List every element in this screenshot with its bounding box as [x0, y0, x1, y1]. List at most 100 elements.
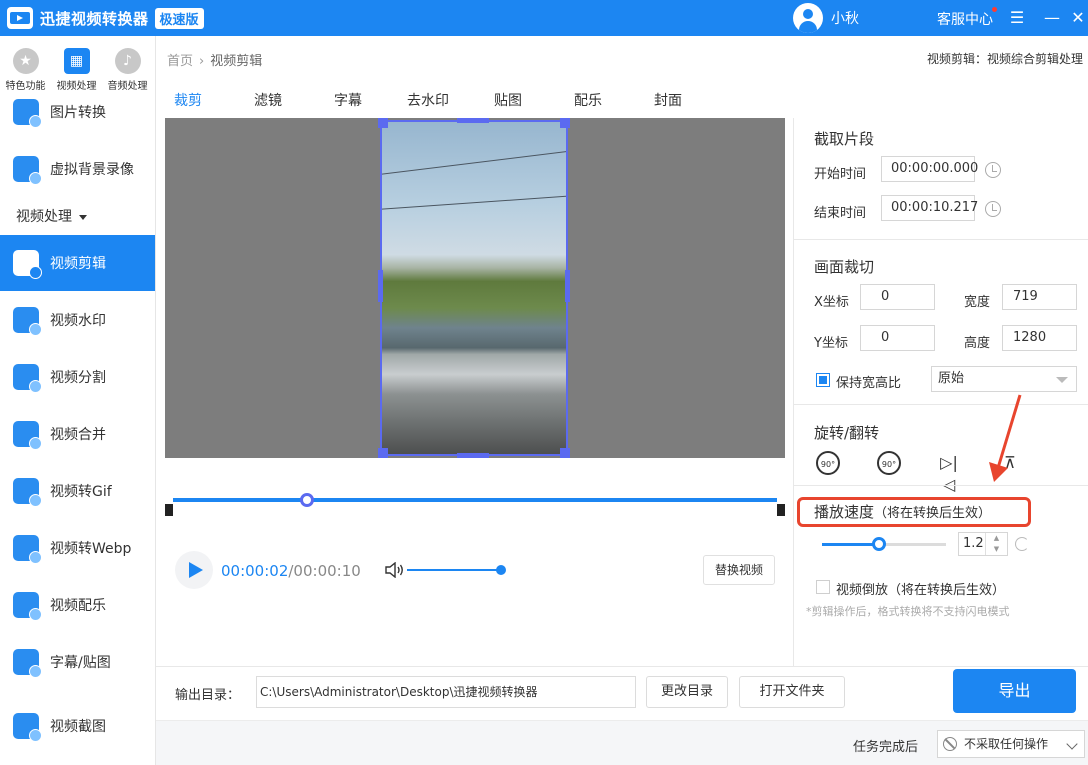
aspect-ratio-select[interactable]: 原始 — [931, 366, 1077, 392]
edit-notice: *剪辑操作后，格式转换将不支持闪电模式 — [806, 605, 1010, 618]
sidebar-item-label: 视频转Webp — [50, 541, 132, 557]
timeline-playhead[interactable] — [300, 493, 314, 507]
crop-handle-top[interactable] — [457, 118, 489, 123]
sidebar-item-label: 视频截图 — [50, 719, 106, 735]
sidebar-item-label: 视频配乐 — [50, 598, 106, 614]
clock-icon[interactable] — [985, 201, 1001, 217]
timeline-start-marker[interactable] — [165, 504, 173, 516]
tab-subtitle[interactable]: 字幕 — [334, 90, 362, 110]
section-header-video-processing[interactable]: 视频处理 — [16, 206, 87, 226]
breadcrumb-home[interactable]: 首页 — [167, 54, 193, 69]
time-display: 00:00:02/00:00:10 — [221, 562, 361, 580]
sidebar-item-subtitle-sticker[interactable]: 字幕/贴图 — [0, 634, 155, 690]
tab-remove-watermark[interactable]: 去水印 — [407, 90, 449, 110]
close-icon[interactable]: ✕ — [1066, 6, 1088, 30]
reset-icon[interactable] — [1015, 537, 1029, 551]
crop-handle-bottom-left[interactable] — [378, 448, 388, 458]
speed-decrement-icon[interactable]: ▼ — [985, 544, 1007, 555]
task-complete-select[interactable]: 不采取任何操作 — [937, 730, 1085, 758]
sidebar-item-watermark[interactable]: 视频水印 — [0, 292, 155, 348]
x-coordinate-label: X坐标 — [814, 295, 849, 310]
open-folder-button[interactable]: 打开文件夹 — [739, 676, 845, 708]
title-bar: 迅捷视频转换器 极速版 小秋 客服中心 ☰ — ✕ — [0, 0, 1088, 36]
screenshot-icon — [13, 713, 42, 742]
sidebar-item-video-edit[interactable]: 视频剪辑 — [0, 235, 155, 291]
crop-handle-top-left[interactable] — [378, 118, 388, 128]
avatar-icon[interactable] — [793, 3, 823, 33]
play-button[interactable] — [175, 551, 213, 589]
volume-icon[interactable] — [385, 562, 405, 578]
sidebar-item-label: 虚拟背景录像 — [50, 162, 134, 178]
tab-cover[interactable]: 封面 — [654, 90, 682, 110]
width-input[interactable]: 719 — [1002, 284, 1077, 310]
reverse-label: 视频倒放（将在转换后生效） — [836, 579, 1005, 598]
sidebar-item-label: 视频剪辑 — [50, 256, 106, 272]
sidebar-item-label: 字幕/贴图 — [50, 655, 111, 671]
crop-handle-bottom-right[interactable] — [560, 448, 570, 458]
sidebar-item-virtual-background[interactable]: 虚拟背景录像 — [0, 141, 155, 197]
output-dir-label: 输出目录： — [175, 688, 241, 703]
sidebar-item-split[interactable]: 视频分割 — [0, 349, 155, 405]
replace-video-button[interactable]: 替换视频 — [703, 555, 775, 585]
category-tab-video[interactable]: ▦ 视频处理 — [51, 36, 102, 98]
menu-icon[interactable]: ☰ — [1005, 6, 1029, 30]
end-time-input[interactable]: 00:00:10.217 — [881, 195, 978, 221]
tab-crop[interactable]: 裁剪 — [174, 90, 202, 110]
output-dir-input[interactable]: C:\Users\Administrator\Desktop\迅捷视频转换器 — [256, 676, 636, 708]
music-icon: ♪ — [114, 48, 141, 74]
minimize-icon[interactable]: — — [1040, 6, 1064, 30]
crop-handle-left[interactable] — [378, 270, 383, 302]
category-tab-featured[interactable]: ★ 特色功能 — [0, 36, 51, 98]
rotate-section-title: 旋转/翻转 — [814, 424, 880, 442]
width-label: 宽度 — [964, 295, 991, 310]
height-input[interactable]: 1280 — [1002, 325, 1077, 351]
ban-icon — [943, 737, 957, 751]
start-time-label: 开始时间 — [814, 167, 867, 182]
timeline-track[interactable] — [173, 498, 777, 502]
star-icon: ★ — [12, 48, 39, 74]
settings-panel: 截取片段 开始时间 00:00:00.000 结束时间 00:00:10.217… — [793, 118, 1088, 666]
sidebar-item-gif[interactable]: 视频转Gif — [0, 463, 155, 519]
volume-slider[interactable] — [407, 569, 503, 571]
split-icon — [13, 364, 42, 393]
watermark-icon — [13, 307, 42, 336]
notification-dot — [992, 7, 997, 12]
y-coordinate-input[interactable]: 0 — [860, 325, 935, 351]
customer-service-link[interactable]: 客服中心 — [937, 9, 993, 29]
virtual-background-icon — [13, 156, 42, 185]
reverse-checkbox[interactable] — [816, 580, 830, 594]
sidebar-item-webp[interactable]: 视频转Webp — [0, 520, 155, 576]
crop-handle-right[interactable] — [565, 270, 570, 302]
crop-frame[interactable] — [380, 120, 568, 456]
change-dir-button[interactable]: 更改目录 — [646, 676, 728, 708]
sidebar-item-merge[interactable]: 视频合并 — [0, 406, 155, 462]
video-preview — [165, 118, 785, 458]
clip-section-title: 截取片段 — [814, 130, 875, 148]
category-tab-audio[interactable]: ♪ 音频处理 — [102, 36, 153, 98]
tab-music[interactable]: 配乐 — [574, 90, 602, 110]
keep-ratio-checkbox[interactable] — [816, 373, 830, 387]
volume-knob[interactable] — [496, 565, 506, 575]
x-coordinate-input[interactable]: 0 — [860, 284, 935, 310]
clock-icon[interactable] — [985, 162, 1001, 178]
user-profile[interactable]: 小秋 — [793, 3, 859, 33]
sidebar: 图片转换 虚拟背景录像 视频处理 视频剪辑 视频水印 视频分割 视频合并 视频转… — [0, 36, 156, 765]
export-button[interactable]: 导出 — [953, 669, 1076, 713]
sidebar-item-screenshot[interactable]: 视频截图 — [0, 698, 155, 754]
rotate-right-icon[interactable]: 90° — [877, 451, 901, 475]
edit-tabs: 裁剪 滤镜 字幕 去水印 贴图 配乐 封面 — [156, 80, 1088, 118]
flip-horizontal-icon[interactable]: ▷|◁ — [936, 452, 962, 494]
start-time-input[interactable]: 00:00:00.000 — [881, 156, 978, 182]
speed-increment-icon[interactable]: ▲ — [985, 533, 1007, 544]
speed-slider-knob[interactable] — [872, 537, 886, 551]
sidebar-item-music[interactable]: 视频配乐 — [0, 577, 155, 633]
username[interactable]: 小秋 — [831, 8, 859, 28]
category-tabs: ★ 特色功能 ▦ 视频处理 ♪ 音频处理 — [0, 36, 155, 98]
crop-handle-top-right[interactable] — [560, 118, 570, 128]
tab-filter[interactable]: 滤镜 — [254, 90, 282, 110]
timeline-end-marker[interactable] — [777, 504, 785, 516]
tab-sticker[interactable]: 贴图 — [494, 90, 522, 110]
rotate-left-icon[interactable]: 90° — [816, 451, 840, 475]
height-label: 高度 — [964, 336, 991, 351]
aspect-ratio-value: 原始 — [938, 371, 965, 386]
